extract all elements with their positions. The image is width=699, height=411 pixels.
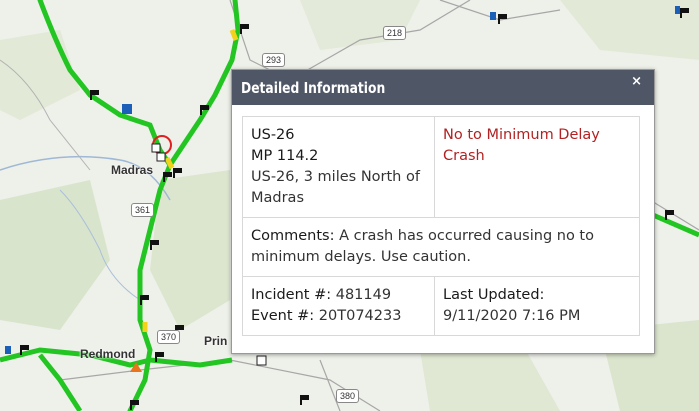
location-description: US-26, 3 miles North of Madras bbox=[251, 169, 420, 206]
popup-title: Detailed Information bbox=[241, 79, 386, 97]
incident-type: No to Minimum Delay Crash bbox=[443, 127, 600, 164]
incident-details-table: US-26 MP 114.2 US-26, 3 miles North of M… bbox=[242, 116, 640, 336]
event-number: 20T074233 bbox=[318, 308, 402, 324]
comments-label: Comments: bbox=[251, 228, 335, 244]
incident-type-cell: No to Minimum Delay Crash bbox=[434, 116, 640, 218]
info-icon bbox=[122, 104, 132, 114]
route-shield: 370 bbox=[157, 330, 181, 344]
ids-cell: Incident #: 481149 Event #: 20T074233 bbox=[242, 276, 435, 336]
place-label-prineville: Prin bbox=[204, 334, 228, 348]
milepost: MP 114.2 bbox=[251, 148, 319, 164]
route-shield: 218 bbox=[383, 26, 407, 40]
incident-detail-popup: Detailed Information × US-26 MP 114.2 US… bbox=[231, 69, 655, 354]
last-updated-label: Last Updated: bbox=[443, 287, 545, 303]
place-label-madras: Madras bbox=[111, 163, 154, 177]
route-shield: 380 bbox=[336, 389, 360, 403]
route-name: US-26 bbox=[251, 127, 295, 143]
incident-number: 481149 bbox=[335, 287, 392, 303]
last-updated-value: 9/11/2020 7:16 PM bbox=[443, 308, 581, 324]
popup-header: Detailed Information × bbox=[232, 70, 654, 105]
comments-cell: Comments: A crash has occurred causing n… bbox=[242, 217, 640, 277]
location-cell: US-26 MP 114.2 US-26, 3 miles North of M… bbox=[242, 116, 435, 218]
route-shield: 361 bbox=[131, 203, 155, 217]
incident-number-label: Incident #: bbox=[251, 287, 332, 303]
place-label-redmond: Redmond bbox=[80, 347, 136, 361]
updated-cell: Last Updated: 9/11/2020 7:16 PM bbox=[434, 276, 640, 336]
route-shield: 293 bbox=[262, 53, 286, 67]
close-icon[interactable]: × bbox=[631, 74, 642, 89]
event-number-label: Event #: bbox=[251, 308, 315, 324]
